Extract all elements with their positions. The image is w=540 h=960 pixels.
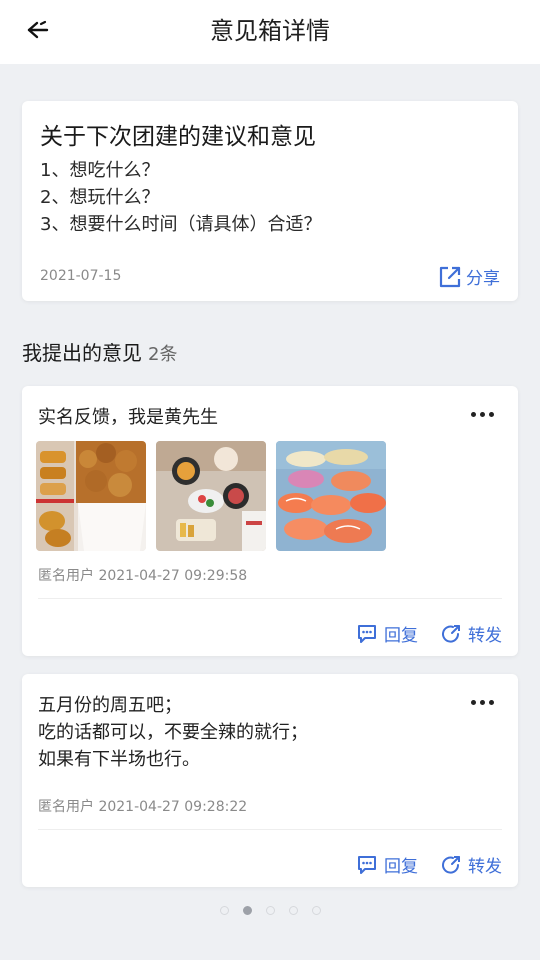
more-dot (479, 699, 485, 705)
reply-button[interactable]: 回复 (356, 621, 418, 646)
share-icon (439, 266, 461, 287)
pagination-dot[interactable] (219, 906, 229, 915)
forward-button[interactable]: 转发 (440, 621, 502, 646)
divider (38, 598, 502, 599)
fried-chicken-box-photo[interactable] (36, 441, 146, 551)
photo-gallery (36, 441, 386, 551)
more-dot (488, 699, 494, 705)
table-food-photo[interactable] (156, 441, 266, 551)
opinion-actions: 回复 转发 (356, 621, 502, 646)
opinion-card: 五月份的周五吧； 吃的话都可以，不要全辣的就行； 如果有下半场也行。 匿名用户 … (22, 674, 518, 887)
share-label: 分享 (466, 269, 500, 289)
topic-date: 2021-07-15 (40, 268, 122, 284)
topic-question: 3、想要什么时间（请具体）合适？ (40, 214, 322, 235)
opinion-text: 五月份的周五吧； 吃的话都可以，不要全辣的就行； 如果有下半场也行。 (38, 692, 308, 773)
opinion-line: 如果有下半场也行。 (38, 749, 200, 770)
forward-icon (442, 624, 460, 643)
topic-questions: 1、想吃什么？ 2、想玩什么？ 3、想要什么时间（请具体）合适？ (40, 157, 321, 238)
more-options-button[interactable] (468, 696, 496, 708)
topic-card: 关于下次团建的建议和意见 1、想吃什么？ 2、想玩什么？ 3、想要什么时间（请具… (22, 101, 518, 301)
opinion-meta: 匿名用户 2021-04-27 09:28:22 (38, 799, 248, 815)
top-bar: 意见箱详情 (0, 0, 540, 64)
more-dot (470, 411, 476, 417)
divider (38, 829, 502, 830)
reply-label: 回复 (384, 626, 418, 646)
forward-label: 转发 (468, 626, 502, 646)
forward-label: 转发 (468, 857, 502, 877)
opinion-actions: 回复 转发 (356, 852, 502, 877)
comment-icon (358, 624, 376, 643)
back-button[interactable] (22, 14, 54, 46)
more-dot (488, 411, 494, 417)
forward-button[interactable]: 转发 (440, 852, 502, 877)
pagination-dot[interactable] (242, 906, 252, 915)
topic-question: 2、想玩什么？ (40, 187, 160, 208)
opinion-card: 实名反馈，我是黄先生 匿名用户 2021-04-27 09:29:58 回复 转… (22, 386, 518, 656)
more-options-button[interactable] (468, 408, 496, 420)
more-dot (479, 411, 485, 417)
opinion-line: 五月份的周五吧； (38, 695, 182, 716)
back-arrow-icon (27, 20, 49, 39)
section-count: 2条 (148, 344, 178, 365)
pagination-dots (0, 906, 540, 915)
opinion-meta: 匿名用户 2021-04-27 09:29:58 (38, 568, 248, 584)
section-title: 我提出的意见 (22, 341, 142, 365)
pagination-dot[interactable] (265, 906, 275, 915)
comment-icon (358, 855, 376, 874)
pagination-dot[interactable] (288, 906, 298, 915)
more-dot (470, 699, 476, 705)
sashimi-platter-photo[interactable] (276, 441, 386, 551)
opinion-line: 吃的话都可以，不要全辣的就行； (38, 722, 308, 743)
my-opinions-heading: 我提出的意见 2条 (22, 337, 177, 366)
forward-icon (442, 855, 460, 874)
topic-title: 关于下次团建的建议和意见 (40, 124, 316, 150)
topic-question: 1、想吃什么？ (40, 160, 160, 181)
share-button[interactable]: 分享 (438, 264, 500, 289)
page-title: 意见箱详情 (210, 17, 330, 45)
reply-label: 回复 (384, 857, 418, 877)
pagination-dot[interactable] (311, 906, 321, 915)
reply-button[interactable]: 回复 (356, 852, 418, 877)
opinion-text: 实名反馈，我是黄先生 (38, 407, 218, 428)
